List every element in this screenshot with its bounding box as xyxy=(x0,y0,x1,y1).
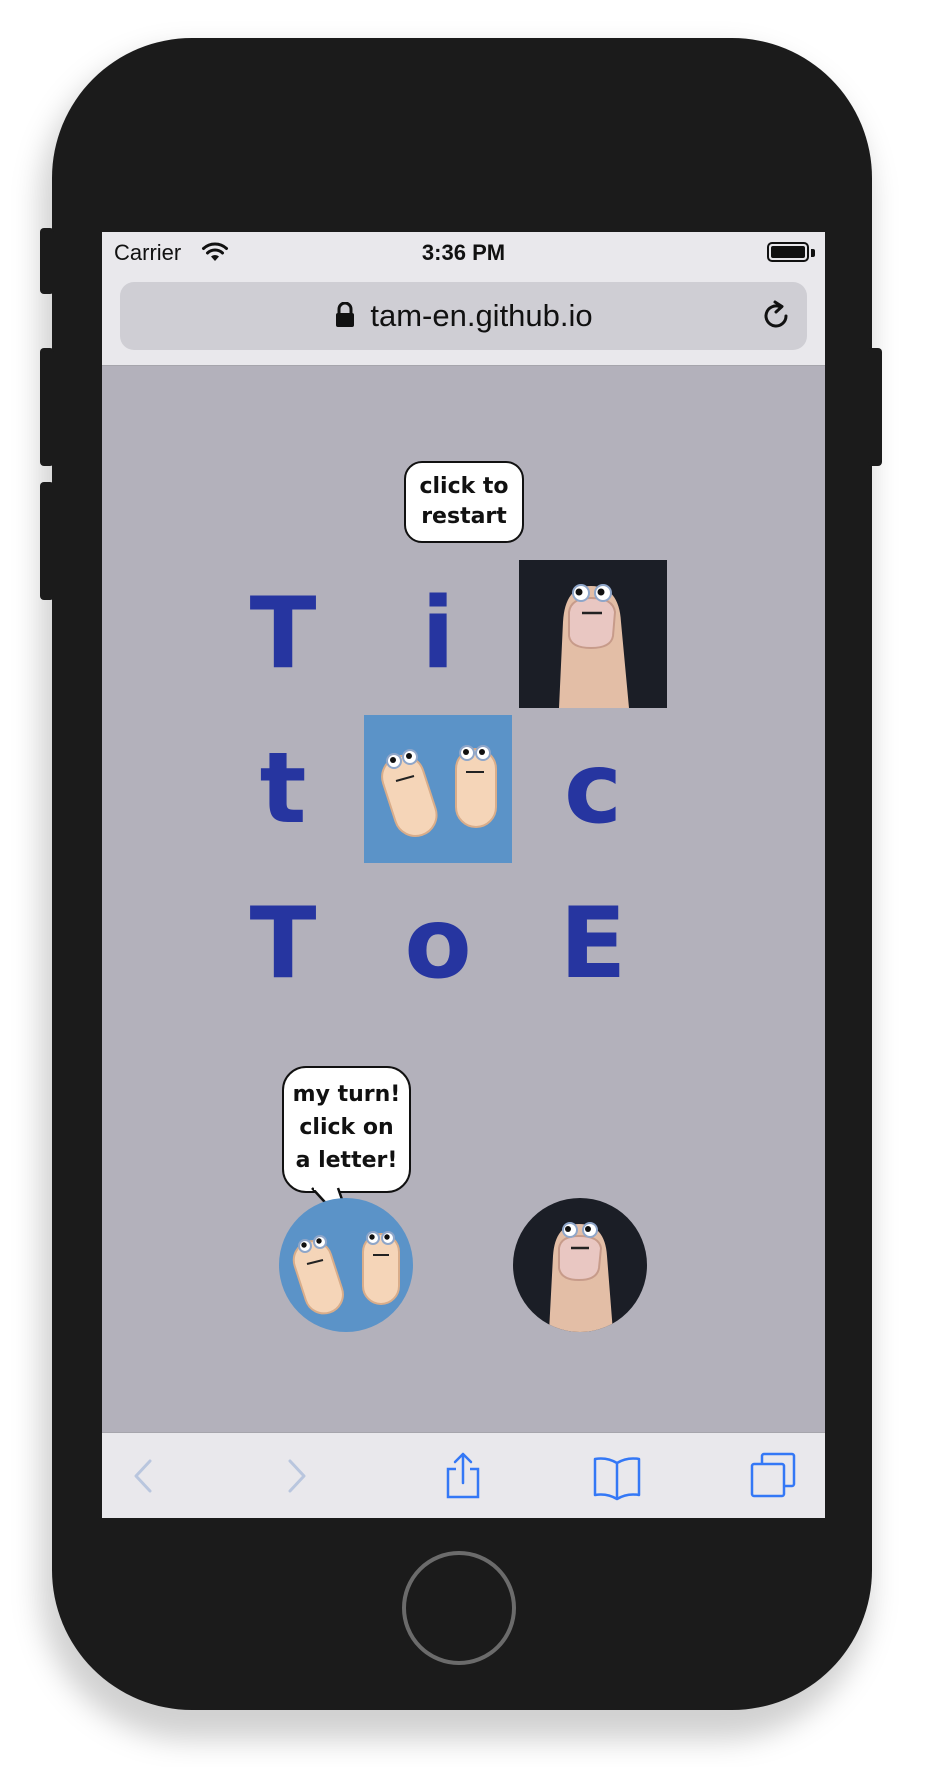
turn-line2: click on xyxy=(299,1115,394,1140)
phone-screen: Carrier 3:36 PM tam-en.github.io click t… xyxy=(102,232,825,1518)
board-letter: i xyxy=(421,577,455,691)
forward-icon[interactable] xyxy=(272,1451,322,1501)
volume-down-button xyxy=(40,482,54,600)
player-pills-avatar xyxy=(279,1198,413,1332)
board-letter: T xyxy=(249,887,317,1001)
board-letter: t xyxy=(259,732,307,846)
turn-line1: my turn! xyxy=(292,1082,401,1107)
bookmarks-icon[interactable] xyxy=(592,1451,642,1501)
tabs-icon[interactable] xyxy=(748,1451,798,1501)
board-cell-1-1[interactable] xyxy=(364,715,512,863)
volume-up-button xyxy=(40,348,54,466)
googly-pills-icon xyxy=(292,1231,400,1315)
lock-icon xyxy=(336,302,355,327)
address-bar-area: tam-en.github.io xyxy=(102,276,825,366)
browser-toolbar xyxy=(102,1432,825,1518)
home-button[interactable] xyxy=(402,1551,516,1665)
googly-pills-icon xyxy=(381,745,497,837)
player-thumb-avatar xyxy=(513,1198,647,1332)
board-cell-1-2[interactable]: c xyxy=(519,715,667,863)
address-bar[interactable]: tam-en.github.io xyxy=(120,282,807,350)
turn-speech-bubble: my turn! click on a letter! xyxy=(282,1066,411,1193)
back-icon[interactable] xyxy=(118,1451,168,1501)
game-page: click to restart T i t c T o E my turn! … xyxy=(102,366,825,1432)
board-letter: T xyxy=(249,577,317,691)
battery-icon xyxy=(767,242,809,262)
board-letter: o xyxy=(404,887,472,1001)
mute-switch xyxy=(40,228,54,294)
status-bar: Carrier 3:36 PM xyxy=(102,232,825,276)
url-text: tam-en.github.io xyxy=(370,298,593,333)
googly-thumb-icon xyxy=(559,584,629,708)
restart-label-line2: restart xyxy=(421,504,507,529)
url-display[interactable]: tam-en.github.io xyxy=(120,298,807,334)
board-cell-2-2[interactable]: E xyxy=(519,870,667,1018)
board-cell-0-2[interactable] xyxy=(519,560,667,708)
board-letter: E xyxy=(559,887,627,1001)
board-cell-2-1[interactable]: o xyxy=(364,870,512,1018)
power-button xyxy=(868,348,882,466)
turn-line3: a letter! xyxy=(295,1148,398,1173)
board-cell-2-0[interactable]: T xyxy=(209,870,357,1018)
board-cell-1-0[interactable]: t xyxy=(209,715,357,863)
restart-button[interactable]: click to restart xyxy=(404,461,524,543)
board-cell-0-0[interactable]: T xyxy=(209,560,357,708)
restart-label-line1: click to xyxy=(419,474,509,499)
status-time: 3:36 PM xyxy=(421,240,506,265)
board-cell-0-1[interactable]: i xyxy=(364,560,512,708)
googly-thumb-icon xyxy=(549,1222,613,1332)
share-icon[interactable] xyxy=(438,1451,488,1501)
reload-icon[interactable] xyxy=(759,299,793,333)
board-letter: c xyxy=(563,732,623,846)
battery-tip xyxy=(811,249,815,257)
